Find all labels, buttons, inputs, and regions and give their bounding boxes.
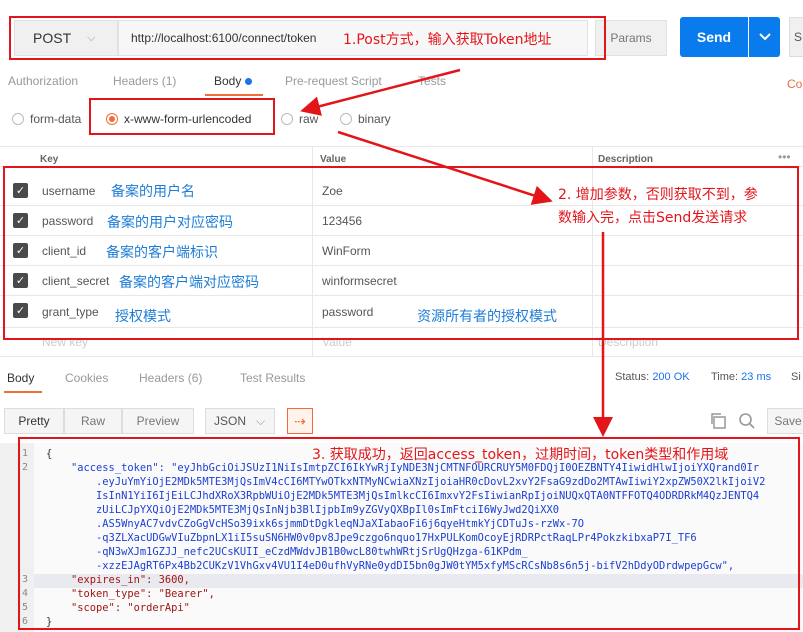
annotation-arrows — [300, 68, 613, 437]
arrow-to-body-type — [300, 68, 461, 116]
arrow-to-params — [337, 130, 553, 205]
